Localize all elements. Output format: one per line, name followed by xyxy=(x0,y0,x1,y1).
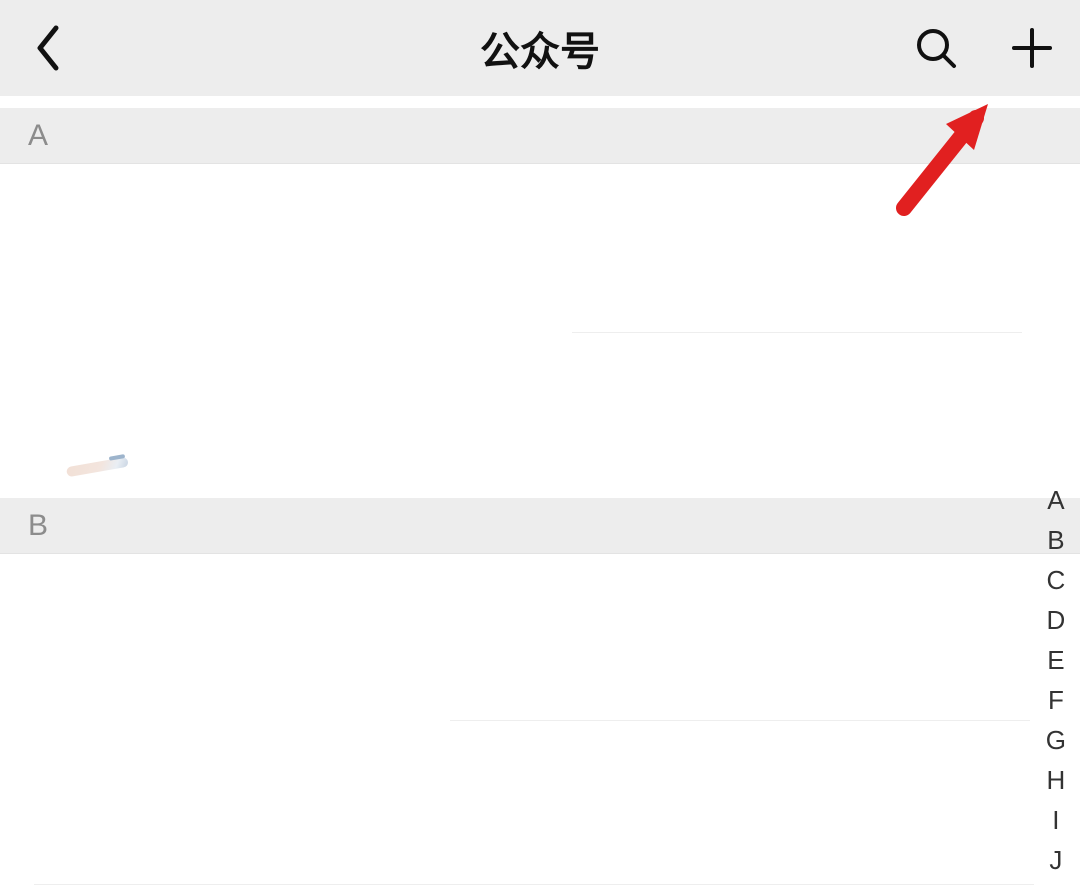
index-letter-f[interactable]: F xyxy=(1048,680,1064,720)
section-header-a: A xyxy=(0,108,1080,164)
index-letter-a[interactable]: A xyxy=(1047,480,1064,520)
list-divider xyxy=(450,720,1030,721)
section-label: B xyxy=(28,509,48,543)
index-letter-c[interactable]: C xyxy=(1046,560,1065,600)
index-letter-g[interactable]: G xyxy=(1046,720,1066,760)
index-letter-e[interactable]: E xyxy=(1047,640,1064,680)
index-letter-j[interactable]: J xyxy=(1049,840,1062,880)
index-letter-b[interactable]: B xyxy=(1047,520,1064,560)
plus-icon xyxy=(1008,24,1056,72)
header-actions xyxy=(888,0,1080,96)
chevron-left-icon xyxy=(34,24,62,72)
image-fragment xyxy=(65,451,129,479)
add-button[interactable] xyxy=(984,0,1080,96)
section-label: A xyxy=(28,119,48,153)
index-letter-i[interactable]: I xyxy=(1052,800,1059,840)
page-title: 公众号 xyxy=(480,19,600,77)
search-button[interactable] xyxy=(888,0,984,96)
section-header-b: B xyxy=(0,498,1080,554)
search-icon xyxy=(914,26,958,70)
alphabet-index[interactable]: A B C D E F G H I J xyxy=(1046,480,1066,880)
index-letter-h[interactable]: H xyxy=(1046,760,1065,800)
header-bar: 公众号 xyxy=(0,0,1080,96)
back-button[interactable] xyxy=(0,0,96,96)
list-divider xyxy=(34,884,1034,885)
index-letter-d[interactable]: D xyxy=(1046,600,1065,640)
list-divider xyxy=(572,332,1022,333)
